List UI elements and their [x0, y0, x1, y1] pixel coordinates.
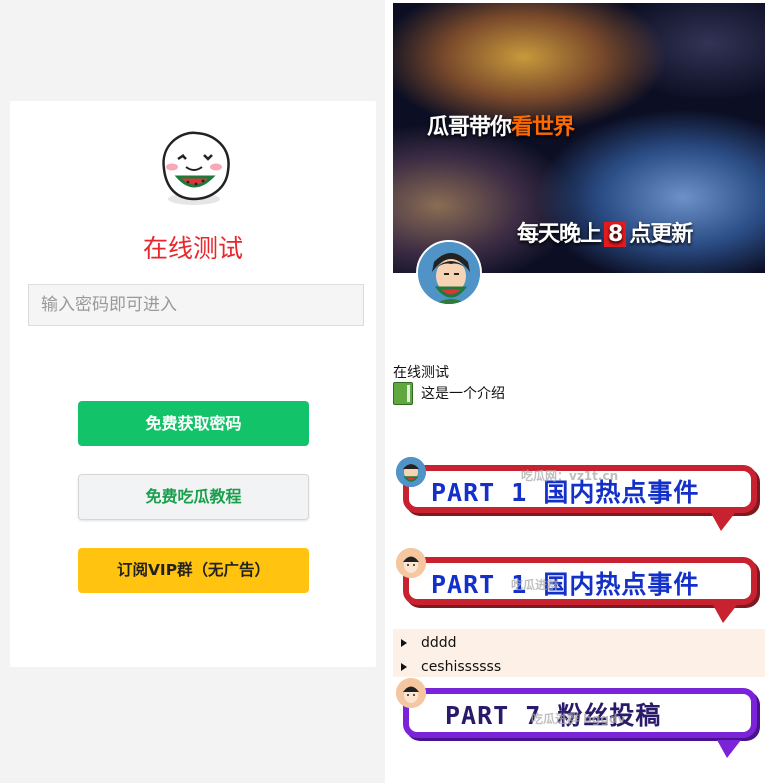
tutorial-button[interactable]: 免费吃瓜教程	[78, 474, 309, 520]
part-speech-tail	[713, 605, 737, 623]
banner-slogan-2: 每天晚上 8 点更新	[517, 222, 693, 247]
part-speech-tail	[717, 740, 741, 758]
login-card: 在线测试 免费获取密码 免费吃瓜教程 订阅VIP群（无广告）	[10, 101, 376, 667]
details-item[interactable]: ceshissssss	[401, 656, 501, 678]
disclosure-triangle-icon	[401, 639, 407, 647]
login-title: 在线测试	[142, 234, 243, 263]
profile-cover-banner: 瓜哥带你看世界 每天晚上 8 点更新	[393, 3, 765, 273]
banner-slogan-1: 瓜哥带你看世界	[427, 115, 575, 140]
part-banner[interactable]: PART 1 国内热点事件 吃瓜进群	[393, 546, 765, 626]
part-avatar-icon	[396, 678, 426, 708]
profile-avatar[interactable]	[416, 240, 482, 306]
avatar-boy-watermelon-icon	[418, 242, 480, 304]
part-banner[interactable]: PART 7 粉丝投稿 吃瓜进群 bggdv	[393, 678, 765, 764]
profile-intro: 这是一个介绍	[393, 381, 505, 405]
part-watermark: 吃瓜网：vz1t.cn	[521, 469, 619, 483]
part-title: PART 1 国内热点事件	[431, 570, 700, 599]
part-avatar-icon	[396, 548, 426, 578]
part-watermark: 吃瓜进群	[511, 578, 560, 592]
vip-subscribe-button[interactable]: 订阅VIP群（无广告）	[78, 548, 309, 593]
mascot-eating-watermelon-icon	[162, 131, 230, 205]
disclosure-triangle-icon	[401, 663, 407, 671]
part-banner[interactable]: PART 1 国内热点事件 吃瓜网：vz1t.cn	[393, 455, 765, 533]
password-input[interactable]	[28, 284, 364, 326]
part-watermark: 吃瓜进群 bggdv	[531, 712, 626, 726]
profile-pane: 瓜哥带你看世界 每天晚上 8 点更新 在线测试 这是一个介绍 PART 1 国内热点…	[385, 0, 782, 783]
part-avatar-icon	[396, 457, 426, 487]
details-item[interactable]: dddd	[401, 632, 457, 654]
profile-intro-text: 这是一个介绍	[421, 386, 505, 402]
login-pane: 在线测试 免费获取密码 免费吃瓜教程 订阅VIP群（无广告）	[0, 0, 384, 783]
part-speech-tail	[711, 513, 735, 531]
details-block: dddd ceshissssss	[393, 629, 765, 677]
green-book-icon	[393, 381, 413, 405]
profile-name: 在线测试	[393, 365, 449, 381]
get-password-button[interactable]: 免费获取密码	[78, 401, 309, 446]
